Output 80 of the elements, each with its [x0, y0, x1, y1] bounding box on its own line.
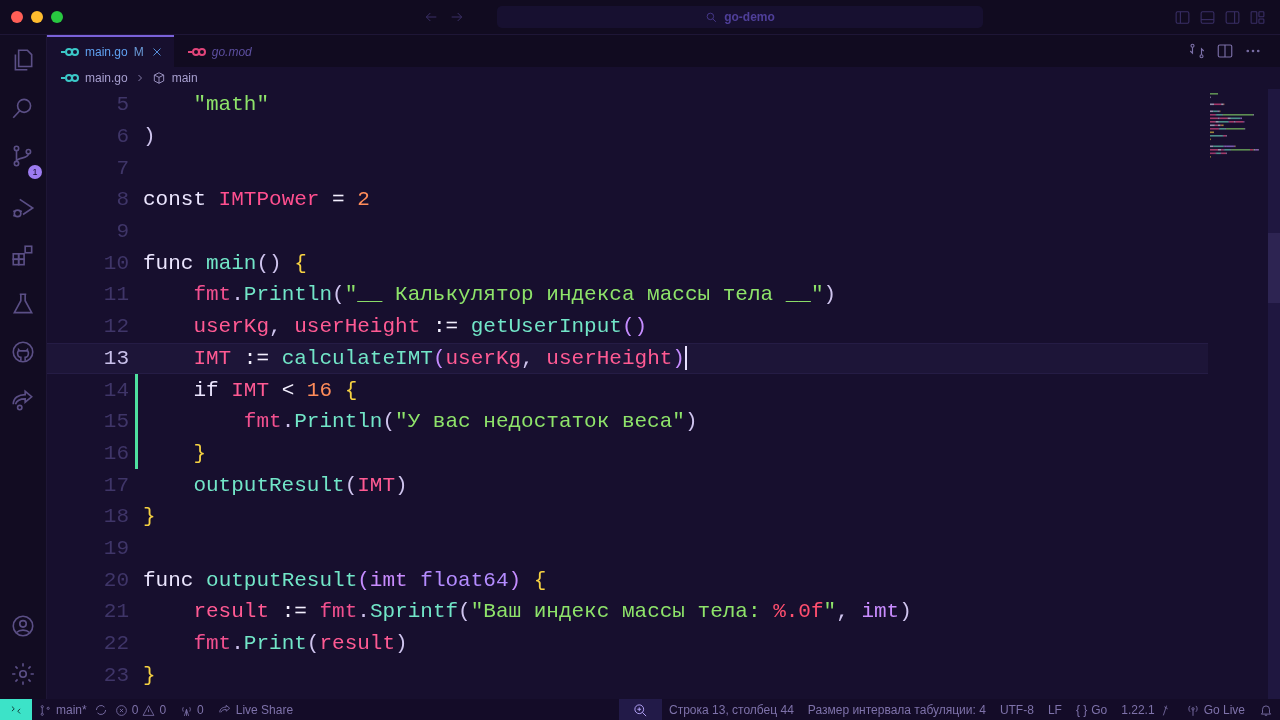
line-number: 16 — [102, 441, 129, 465]
sidebar-toggle-icon[interactable] — [1174, 8, 1191, 26]
code-line: fmt.Println("__ Калькулятор индекса массы тела __") — [192, 283, 837, 307]
line-number: 5 — [115, 93, 129, 117]
code-line: ) — [143, 125, 156, 149]
code-line: const IMTPower = 2 — [143, 188, 370, 212]
code-line: fmt.Println("У вас недостаток веса") — [242, 410, 698, 434]
line-number: 11 — [102, 283, 129, 307]
close-window-button[interactable] — [11, 11, 23, 23]
zoom-button[interactable] — [619, 699, 663, 720]
line-ending-status[interactable]: LF — [1040, 703, 1069, 717]
broadcast-icon — [1185, 703, 1200, 717]
go-file-icon — [61, 47, 79, 57]
code-line: result := fmt.Sprintf("Ваш индекс массы тела: %.0f", imt) — [192, 600, 912, 624]
text-cursor — [684, 346, 687, 371]
line-number: 12 — [102, 315, 129, 339]
line-number: 18 — [102, 505, 129, 529]
settings-icon[interactable] — [10, 661, 36, 687]
github-icon[interactable] — [10, 339, 36, 365]
line-number: 9 — [115, 220, 129, 244]
notification-badge: 1 — [28, 165, 42, 179]
go-version-status[interactable]: 1.22.1 — [1114, 703, 1179, 717]
go-file-icon — [187, 47, 206, 57]
line-number: 19 — [102, 536, 129, 560]
search-icon — [705, 10, 719, 24]
encoding-status[interactable]: UTF-8 — [992, 703, 1041, 717]
scrollbar[interactable] — [1268, 89, 1280, 699]
code-line: if IMT < 16 { — [192, 378, 358, 402]
split-editor-icon[interactable] — [1216, 42, 1234, 60]
secondary-sidebar-icon[interactable] — [1224, 8, 1241, 26]
line-number: 23 — [102, 663, 129, 687]
code-line: } — [192, 441, 206, 465]
line-number: 7 — [115, 156, 129, 180]
editor-tab[interactable]: main.go M — [47, 35, 174, 67]
warning-icon — [142, 703, 156, 717]
account-icon[interactable] — [10, 613, 36, 639]
code-line: func main() { — [143, 251, 307, 275]
line-number: 6 — [115, 125, 129, 149]
branch-icon — [39, 703, 52, 717]
indentation-status[interactable]: Размер интервала табуляции: 4 — [800, 703, 993, 717]
line-number: 20 — [102, 568, 129, 592]
code-line: IMT := calculateIMT(userKg, userHeight) — [192, 346, 685, 370]
remote-icon — [9, 703, 23, 717]
breadcrumb-item[interactable]: main.go — [85, 71, 128, 85]
line-number: 22 — [102, 632, 129, 656]
zoom-icon — [633, 702, 649, 718]
code-line: fmt.Print(result) — [192, 632, 408, 656]
line-number: 21 — [102, 600, 129, 624]
remote-button[interactable] — [0, 699, 32, 720]
bell-icon[interactable] — [1259, 703, 1273, 717]
live-share-status[interactable]: Live Share — [210, 703, 301, 717]
code-line: } — [143, 663, 156, 687]
ports-status[interactable]: 0 — [173, 703, 211, 717]
breadcrumb-item[interactable]: main — [171, 71, 198, 85]
minimize-window-button[interactable] — [31, 11, 43, 23]
code-line: userKg, userHeight := getUserInput() — [192, 315, 648, 339]
line-number: 13 — [102, 346, 129, 370]
cursor-position[interactable]: Строка 13, столбец 44 — [662, 703, 801, 717]
cube-icon — [151, 71, 166, 85]
sync-icon[interactable] — [93, 703, 108, 717]
line-number: 14 — [102, 378, 129, 402]
panel-toggle-icon[interactable] — [1199, 8, 1216, 26]
line-number: 17 — [102, 473, 129, 497]
window-title: go-demo — [724, 10, 775, 24]
language-status[interactable]: { } Go — [1068, 703, 1115, 717]
code-line: } — [143, 505, 156, 529]
live-share-icon[interactable] — [10, 387, 36, 413]
code-line: outputResult(IMT) — [192, 473, 408, 497]
problems-status[interactable]: 0 0 — [107, 703, 174, 717]
branch-status[interactable]: main* — [32, 703, 94, 717]
line-number: 10 — [102, 251, 129, 275]
line-number: 15 — [102, 410, 129, 434]
line-number: 8 — [115, 188, 129, 212]
code-line: "math" — [192, 93, 270, 117]
zoom-window-button[interactable] — [51, 11, 63, 23]
code-line: func outputResult(imt float64) { — [143, 568, 547, 592]
layout-icon[interactable] — [1249, 8, 1266, 26]
go-file-icon — [61, 73, 79, 83]
go-live-status[interactable]: Go Live — [1178, 703, 1252, 717]
error-icon — [114, 703, 128, 717]
